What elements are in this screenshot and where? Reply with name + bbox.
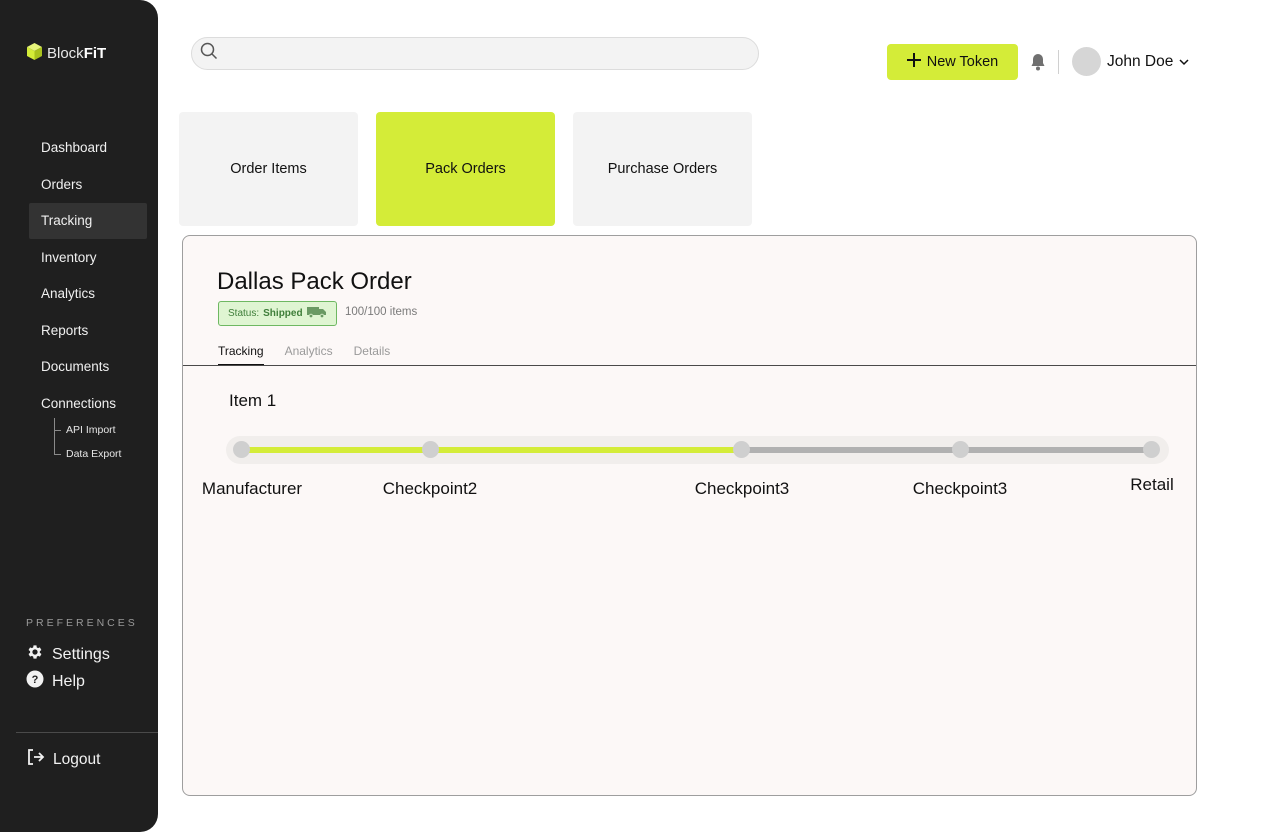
tab-pack-orders[interactable]: Pack Orders bbox=[376, 112, 555, 226]
checkpoint-dot[interactable] bbox=[422, 441, 439, 458]
user-name: John Doe bbox=[1107, 52, 1174, 70]
checkpoint-dot[interactable] bbox=[233, 441, 250, 458]
connections-subnav: API Import Data Export bbox=[54, 418, 147, 466]
item-title: Item 1 bbox=[229, 391, 277, 410]
sidebar-divider bbox=[16, 732, 158, 733]
user-menu[interactable]: John Doe bbox=[1072, 47, 1189, 76]
bell-icon[interactable] bbox=[1030, 53, 1046, 76]
progress-line-completed bbox=[241, 447, 742, 453]
help-label: Help bbox=[52, 672, 85, 690]
settings-label: Settings bbox=[52, 645, 110, 663]
search-icon bbox=[200, 42, 218, 65]
tab-tracking[interactable]: Tracking bbox=[218, 344, 264, 366]
sidebar-nav: Dashboard Orders Tracking Inventory Anal… bbox=[29, 130, 147, 466]
progress-line-pending bbox=[742, 447, 1153, 453]
sidebar-item-connections[interactable]: Connections bbox=[29, 386, 147, 422]
items-count: 100/100 items bbox=[345, 306, 418, 318]
checkpoint-label-retail: Retail bbox=[1130, 475, 1174, 494]
gear-icon bbox=[26, 643, 44, 666]
status-prefix: Status: bbox=[228, 308, 260, 319]
tab-order-items[interactable]: Order Items bbox=[179, 112, 358, 226]
brand-logo[interactable]: Block FiT bbox=[26, 42, 106, 65]
brand-name-part2: FiT bbox=[83, 45, 107, 62]
preferences-heading: PREFERENCES bbox=[26, 617, 138, 629]
logout-icon bbox=[26, 748, 45, 771]
sidebar-item-dashboard[interactable]: Dashboard bbox=[29, 130, 147, 166]
logout-button[interactable]: Logout bbox=[26, 748, 100, 771]
tab-purchase-orders[interactable]: Purchase Orders bbox=[573, 112, 752, 226]
avatar bbox=[1072, 47, 1101, 76]
order-detail-tabs: Tracking Analytics Details bbox=[218, 344, 390, 366]
new-token-button[interactable]: New Token bbox=[887, 44, 1018, 80]
checkpoint-dot[interactable] bbox=[733, 441, 750, 458]
truck-icon bbox=[306, 306, 327, 321]
new-token-label: New Token bbox=[926, 54, 999, 70]
brand-name-part1: Block bbox=[47, 45, 84, 62]
plus-icon bbox=[906, 53, 921, 71]
logout-label: Logout bbox=[53, 750, 101, 768]
settings-link[interactable]: Settings bbox=[26, 643, 110, 666]
sidebar: Block FiT Dashboard Orders Tracking Inve… bbox=[0, 0, 158, 832]
checkpoint-label-checkpoint3: Checkpoint3 bbox=[694, 479, 790, 498]
checkpoint-dot[interactable] bbox=[952, 441, 969, 458]
tab-analytics[interactable]: Analytics bbox=[285, 344, 333, 366]
cube-icon bbox=[26, 42, 43, 65]
checkpoint-label-checkpoint2: Checkpoint2 bbox=[382, 479, 478, 498]
sidebar-item-analytics[interactable]: Analytics bbox=[29, 276, 147, 312]
status-badge: Status: Shipped bbox=[218, 301, 337, 326]
sidebar-subitem-data-export[interactable]: Data Export bbox=[54, 442, 147, 466]
sidebar-item-reports[interactable]: Reports bbox=[29, 313, 147, 349]
order-panel: Dallas Pack Order Status: Shipped 100/10… bbox=[182, 235, 1197, 796]
search-bar[interactable] bbox=[191, 37, 759, 70]
sidebar-item-inventory[interactable]: Inventory bbox=[29, 240, 147, 276]
help-link[interactable]: ? Help bbox=[26, 670, 85, 693]
checkpoint-label-checkpoint3b: Checkpoint3 bbox=[912, 479, 1008, 498]
sidebar-subitem-api-import[interactable]: API Import bbox=[54, 418, 147, 442]
svg-text:?: ? bbox=[32, 674, 39, 686]
search-input[interactable] bbox=[224, 46, 758, 61]
checkpoint-dot[interactable] bbox=[1143, 441, 1160, 458]
header-divider bbox=[1058, 50, 1059, 74]
sidebar-item-orders[interactable]: Orders bbox=[29, 167, 147, 203]
help-icon: ? bbox=[26, 670, 44, 693]
checkpoint-label-manufacturer: Manufacturer bbox=[201, 479, 303, 498]
sidebar-item-documents[interactable]: Documents bbox=[29, 349, 147, 385]
sidebar-item-tracking[interactable]: Tracking bbox=[29, 203, 147, 239]
tab-details[interactable]: Details bbox=[354, 344, 391, 366]
status-value: Shipped bbox=[263, 308, 303, 319]
order-title: Dallas Pack Order bbox=[217, 268, 412, 295]
chevron-down-icon bbox=[1179, 53, 1189, 71]
tabs-underline bbox=[183, 365, 1196, 366]
